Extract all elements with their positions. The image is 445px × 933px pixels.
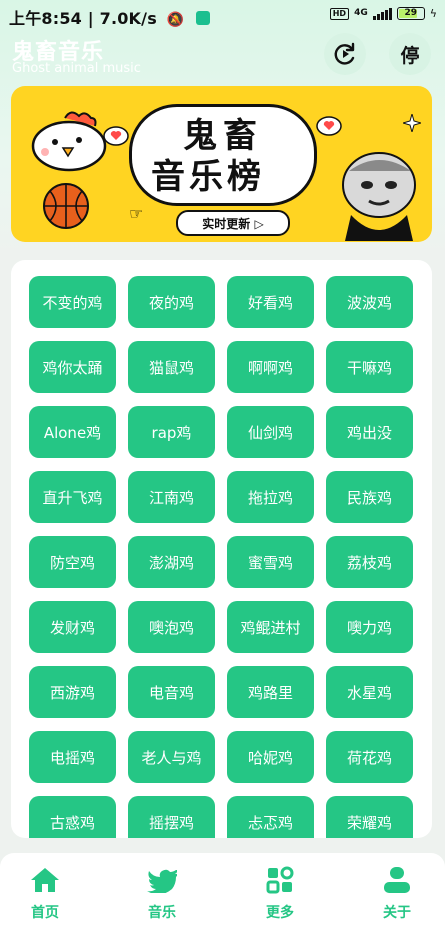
realtime-badge: 实时更新 ▷	[176, 210, 290, 236]
signal-icon	[372, 7, 392, 20]
song-button[interactable]: 江南鸡	[128, 471, 215, 523]
status-time: 上午8:54	[9, 9, 82, 28]
song-button[interactable]: 荷花鸡	[326, 731, 413, 783]
song-button[interactable]: 民族鸡	[326, 471, 413, 523]
song-button[interactable]: 鸡路里	[227, 666, 314, 718]
song-button[interactable]: 哈妮鸡	[227, 731, 314, 783]
song-button[interactable]: 澎湖鸡	[128, 536, 215, 588]
song-button[interactable]: 不变的鸡	[29, 276, 116, 328]
nav-label-about: 关于	[383, 905, 411, 921]
song-list-card: 不变的鸡 夜的鸡 好看鸡 波波鸡 鸡你太踊 猫鼠鸡 啊啊鸡 干嘛鸡 Alone鸡 rap鸡 仙剑鸡鸡…	[11, 260, 432, 838]
app-header: 鬼畜音乐 Ghost animal music 停	[0, 30, 445, 82]
battery-icon: 29	[396, 7, 425, 20]
song-button[interactable]: 电摇鸡	[29, 731, 116, 783]
song-button[interactable]: 直升飞鸡	[29, 471, 116, 523]
basketball-icon	[43, 183, 89, 229]
song-button[interactable]: 噢泡鸡	[128, 601, 215, 653]
user-icon	[384, 867, 410, 893]
song-button[interactable]: 拖拉鸡	[227, 471, 314, 523]
song-button[interactable]: rap鸡	[128, 406, 215, 458]
status-bar: 上午8:54 | 7.0K/s 🔕 HD 4G 29 ϟ	[0, 0, 445, 30]
app-screen: 上午8:54 | 7.0K/s 🔕 HD 4G 29 ϟ 鬼畜音乐 Ghost …	[0, 0, 445, 933]
nav-label-more: 更多	[266, 905, 294, 921]
refresh-button[interactable]	[324, 33, 366, 75]
battery-level: 29	[404, 8, 417, 18]
page-subtitle: Ghost animal music	[12, 61, 141, 76]
song-button[interactable]: 防空鸡	[29, 536, 116, 588]
banner-title-line2: 音乐榜	[151, 157, 265, 197]
apps-icon	[266, 866, 294, 894]
song-button[interactable]: Alone鸡	[29, 406, 116, 458]
song-button[interactable]: 水星鸡	[326, 666, 413, 718]
music-chart-banner[interactable]: 鬼畜 音乐榜 ☞ 实时更新 ▷	[11, 86, 432, 242]
heart-bubble-icon	[103, 126, 129, 146]
network-type: 4G	[354, 8, 368, 18]
nav-item-about[interactable]: 关于	[357, 865, 437, 922]
song-button[interactable]: 啊啊鸡	[227, 341, 314, 393]
song-button[interactable]: 忐忑鸡	[227, 796, 314, 838]
home-icon	[31, 868, 59, 892]
hd-badge: HD	[329, 7, 350, 20]
song-button[interactable]: 干嘛鸡	[326, 341, 413, 393]
charging-icon: ϟ	[429, 7, 437, 20]
bird-icon	[147, 869, 177, 893]
nav-item-more[interactable]: 更多	[240, 865, 320, 922]
song-button[interactable]: 摇摆鸡	[128, 796, 215, 838]
heart-bubble-icon	[316, 116, 342, 136]
song-button[interactable]: 猫鼠鸡	[128, 341, 215, 393]
song-button[interactable]: 老人与鸡	[128, 731, 215, 783]
muted-bell-icon: 🔕	[166, 12, 185, 28]
refresh-icon	[334, 42, 355, 65]
bottom-nav: 首页 音乐 更多 关于	[0, 853, 445, 933]
song-button[interactable]: 荣耀鸡	[326, 796, 413, 838]
status-left: 上午8:54 | 7.0K/s 🔕	[9, 5, 211, 29]
nav-item-home[interactable]: 首页	[5, 865, 85, 922]
sparkle-icon	[403, 114, 421, 132]
nav-label-music: 音乐	[148, 905, 176, 921]
shield-icon	[196, 11, 211, 25]
nav-label-home: 首页	[31, 905, 59, 921]
song-button[interactable]: 鸡你太踊	[29, 341, 116, 393]
song-button[interactable]: 蜜雪鸡	[227, 536, 314, 588]
song-button[interactable]: 鸡鲲进村	[227, 601, 314, 653]
stop-button[interactable]: 停	[389, 33, 431, 75]
song-button[interactable]: 波波鸡	[326, 276, 413, 328]
meme-face-icon	[342, 152, 416, 241]
status-right: HD 4G 29 ϟ	[329, 7, 437, 20]
song-button[interactable]: 仙剑鸡	[227, 406, 314, 458]
song-button[interactable]: 鸡出没	[326, 406, 413, 458]
song-button[interactable]: 噢力鸡	[326, 601, 413, 653]
song-button[interactable]: 电音鸡	[128, 666, 215, 718]
song-button[interactable]: 西游鸡	[29, 666, 116, 718]
song-grid: 不变的鸡 夜的鸡 好看鸡 波波鸡 鸡你太踊 猫鼠鸡 啊啊鸡 干嘛鸡 Alone鸡 rap鸡 仙剑鸡鸡…	[29, 276, 414, 838]
song-button[interactable]: 荔枝鸡	[326, 536, 413, 588]
song-button[interactable]: 古惑鸡	[29, 796, 116, 838]
song-button[interactable]: 夜的鸡	[128, 276, 215, 328]
song-button[interactable]: 发财鸡	[29, 601, 116, 653]
nav-item-music[interactable]: 音乐	[122, 865, 202, 922]
song-button[interactable]: 好看鸡	[227, 276, 314, 328]
pointing-hand-icon: ☞	[129, 204, 144, 223]
status-speed: 7.0K/s	[99, 9, 157, 28]
